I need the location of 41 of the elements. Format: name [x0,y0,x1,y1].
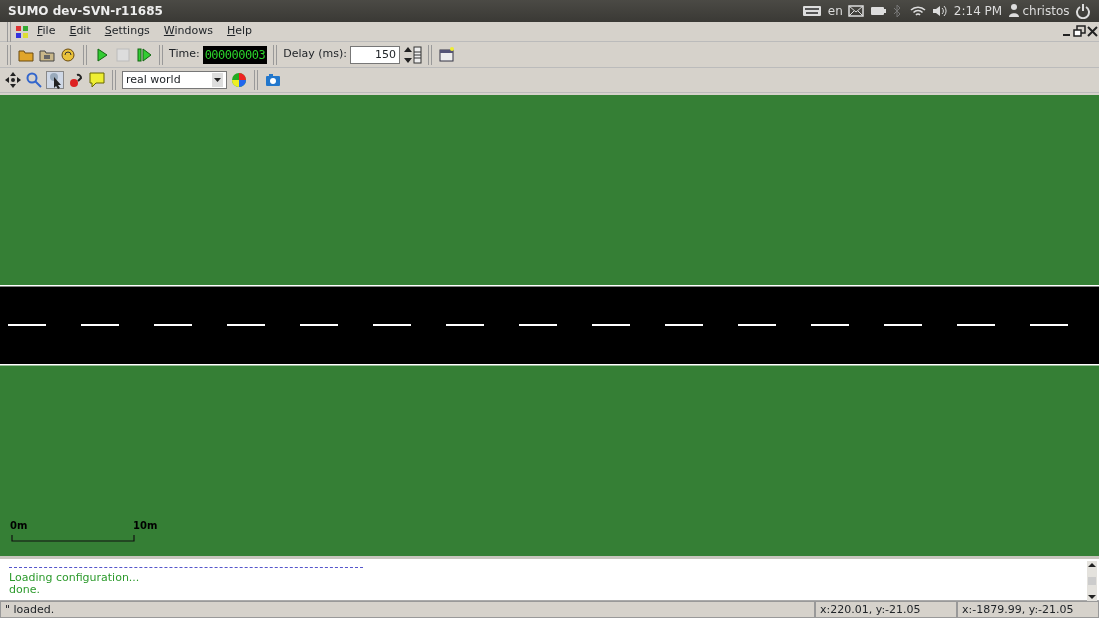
color-wheel-icon[interactable] [230,71,248,89]
scrollbar[interactable] [1087,561,1097,601]
keyboard-icon[interactable] [802,3,823,19]
clock-text[interactable]: 2:14 PM [953,2,1003,20]
keyboard-layout[interactable]: en [827,2,843,20]
menu-item[interactable]: File [30,23,63,40]
delay-label: Delay (ms): [283,46,347,63]
user-icon [1007,3,1020,19]
move-icon[interactable] [4,71,22,89]
log-line: Loading configuration... [9,572,141,584]
close-icon[interactable] [1086,25,1099,38]
window-title: SUMO dev-SVN-r11685 [8,3,163,20]
search-icon[interactable] [25,71,43,89]
menu-item[interactable]: Windows [156,23,220,40]
window-icon[interactable] [437,45,456,64]
caret-icon [212,73,223,87]
viewport-dropdown[interactable]: real world [122,71,227,89]
menu-item[interactable]: Settings [97,23,157,40]
time-display: 000000003 [202,45,268,64]
pointer-icon[interactable] [46,71,64,89]
speaker-icon[interactable] [932,3,949,19]
power-icon[interactable] [1075,3,1091,19]
spinner-icon[interactable] [402,45,422,64]
time-label: Time: [169,46,200,63]
delay-field[interactable]: 150 [349,45,400,64]
coordinates-readout: x:-1879.99, y:-21.05 [957,601,1099,618]
mail-icon[interactable] [848,3,865,19]
coordinates-readout: x:220.01, y:-21.05 [815,601,957,618]
menu-item[interactable]: Help [219,23,260,40]
status-message: " loaded. [0,601,815,618]
app-icon [14,23,30,40]
step-icon[interactable] [135,45,153,64]
user-name[interactable]: christos [1022,2,1070,20]
bug-icon[interactable] [67,71,85,89]
menu-item[interactable]: Edit [62,23,98,40]
restore-icon[interactable] [1073,25,1086,38]
scale-label: 0m [10,519,28,533]
camera-icon[interactable] [264,71,282,89]
reload-icon[interactable] [59,45,77,64]
log-line: done. [9,584,41,596]
scale-label: 10m [133,519,158,533]
